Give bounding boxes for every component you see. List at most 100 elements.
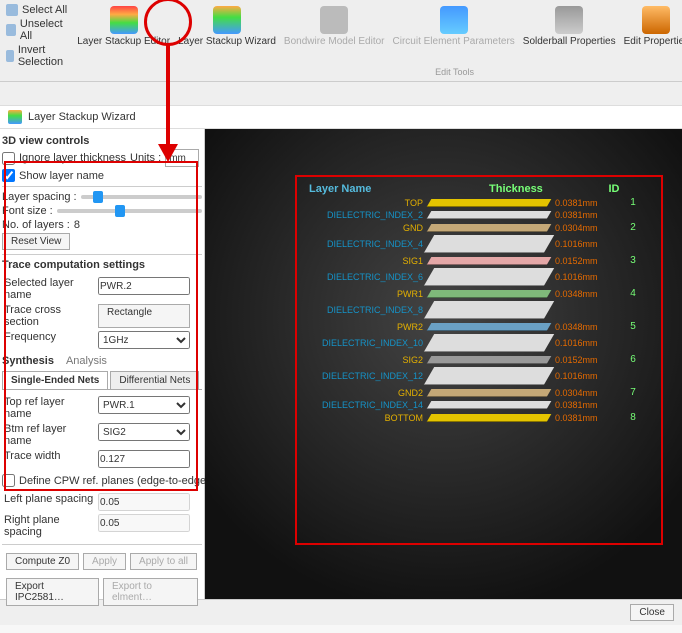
layer-slab [427,199,552,207]
layer-stackup-editor-btn[interactable]: Layer Stackup Editor [73,4,174,49]
layer-row: GND 0.0304mm2 [309,222,649,233]
cross-section-label: Trace cross section [4,304,94,328]
layer-slab [427,401,552,409]
main-split: 3D view controls Ignore layer thickness … [0,129,682,599]
layer-row: SIG20.0152mm6 [309,354,649,365]
btm-ref-select[interactable]: SIG2 [98,423,190,441]
layer-thickness: 0.0304mm [549,223,623,233]
unselect-all-btn[interactable]: Unselect All [6,18,67,42]
right-spacing-label: Right plane spacing [4,514,94,538]
circuit-element-params-btn[interactable]: Circuit Element Parameters [389,4,519,49]
edit-tools-label: Edit Tools [435,67,474,77]
edit-tools-group: Layer Stackup Editor Layer Stackup Wizar… [67,4,682,77]
dialog-title-text: Layer Stackup Wizard [28,111,136,123]
unselect-all-icon [6,24,16,36]
solderball-icon [555,6,583,34]
font-size-slider[interactable] [57,209,202,213]
analysis-tab[interactable]: Analysis [66,355,107,367]
units-input[interactable] [165,149,199,167]
num-layers-value: 8 [74,219,80,231]
left-spacing-input [98,493,190,511]
stackup-wizard-icon [213,6,241,34]
single-ended-tab[interactable]: Single-Ended Nets [2,371,108,389]
apply-button[interactable]: Apply [83,553,126,570]
layer-name: TOP [309,198,429,208]
close-button[interactable]: Close [630,604,674,621]
layer-row: BOTTOM 0.0381mm8 [309,412,649,423]
layer-thickness: 0.1016mm [549,338,623,348]
selected-layer-input[interactable] [98,277,190,295]
ignore-thickness-checkbox[interactable] [2,152,15,165]
layer-name: SIG2 [309,355,429,365]
num-layers-label: No. of layers : [2,219,70,231]
trace-width-input[interactable] [98,450,190,468]
layer-row: DIELECTRIC_INDEX_60.1016mm [309,268,649,286]
edit-properties-btn[interactable]: Edit Properties [620,4,682,49]
apply-all-button[interactable]: Apply to all [130,553,197,570]
layer-id: 2 [623,222,643,233]
layer-name: DIELECTRIC_INDEX_4 [309,239,429,249]
synthesis-tab[interactable]: Synthesis [2,355,54,367]
layer-id: 1 [623,197,643,208]
layer-slab [427,211,552,219]
dialog-title-bar: Layer Stackup Wizard [0,106,682,129]
layer-thickness: 0.1016mm [549,371,623,381]
layer-name: GND [309,223,429,233]
layer-row: TOP 0.0381mm1 [309,197,649,208]
layer-row: PWR20.0348mm5 [309,321,649,332]
layer-name: PWR2 [309,322,429,332]
cpw-label: Define CPW ref. planes (edge-to-edge) : [19,475,216,487]
layer-stackup-wizard-btn[interactable]: Layer Stackup Wizard [174,4,280,49]
invert-selection-btn[interactable]: Invert Selection [6,44,67,68]
layer-thickness: 0.1016mm [549,272,623,282]
export-element-button[interactable]: Export to elment… [103,578,198,606]
layer-thickness: 0.0381mm [549,413,623,423]
layer-slab [427,290,552,298]
trace-settings-heading: Trace computation settings [2,259,202,271]
layer-id: 7 [623,387,643,398]
bondwire-editor-btn[interactable]: Bondwire Model Editor [280,4,389,49]
layer-thickness: 0.1016mm [549,239,623,249]
layer-id: 3 [623,255,643,266]
differential-tab[interactable]: Differential Nets [110,371,199,389]
layer-slab [427,356,552,364]
cross-section-btn[interactable]: Rectangle [98,304,190,328]
3d-viewer[interactable]: Layer Name Thickness ID TOP0.0381mm1DIEL… [205,129,682,599]
layer-slab [427,389,552,397]
layer-row: DIELECTRIC_INDEX_8 [309,301,649,319]
layer-spacing-label: Layer spacing : [2,191,77,203]
cpw-checkbox[interactable] [2,474,15,487]
layer-name: DIELECTRIC_INDEX_12 [309,371,429,381]
layer-thickness: 0.0348mm [549,289,623,299]
layer-row: DIELECTRIC_INDEX_20.0381mm [309,210,649,220]
ribbon-toolbar: Select All Unselect All Invert Selection… [0,0,682,82]
layer-id: 8 [623,412,643,423]
layer-slab [427,257,552,265]
show-layer-name-label: Show layer name [19,170,104,182]
layer-row: DIELECTRIC_INDEX_4 0.1016mm [309,235,649,253]
layer-id: 6 [623,354,643,365]
layer-spacing-slider[interactable] [81,195,202,199]
layer-row: SIG10.0152mm3 [309,255,649,266]
layer-row: DIELECTRIC_INDEX_100.1016mm [309,334,649,352]
layer-name: BOTTOM [309,413,429,423]
ignore-thickness-label: Ignore layer thickness [19,152,126,164]
reset-view-button[interactable]: Reset View [2,233,70,250]
stack-header: Layer Name Thickness ID [309,183,649,195]
select-all-btn[interactable]: Select All [6,4,67,16]
top-ref-select[interactable]: PWR.1 [98,396,190,414]
font-size-label: Font size : [2,205,53,217]
layer-thickness: 0.0381mm [549,400,623,410]
export-ipc-button[interactable]: Export IPC2581… [6,578,99,606]
layer-row: PWR10.0348mm4 [309,288,649,299]
solderball-props-btn[interactable]: Solderball Properties [519,4,620,49]
layer-row: DIELECTRIC_INDEX_12 0.1016mm [309,367,649,385]
frequency-select[interactable]: 1GHz [98,331,190,349]
layer-name: SIG1 [309,256,429,266]
btm-ref-label: Btm ref layer name [4,423,94,447]
layer-thickness: 0.0381mm [549,198,623,208]
3d-controls-heading: 3D view controls [2,135,202,147]
show-layer-name-checkbox[interactable] [2,169,15,182]
layer-thickness: 0.0381mm [549,210,623,220]
compute-z0-button[interactable]: Compute Z0 [6,553,79,570]
